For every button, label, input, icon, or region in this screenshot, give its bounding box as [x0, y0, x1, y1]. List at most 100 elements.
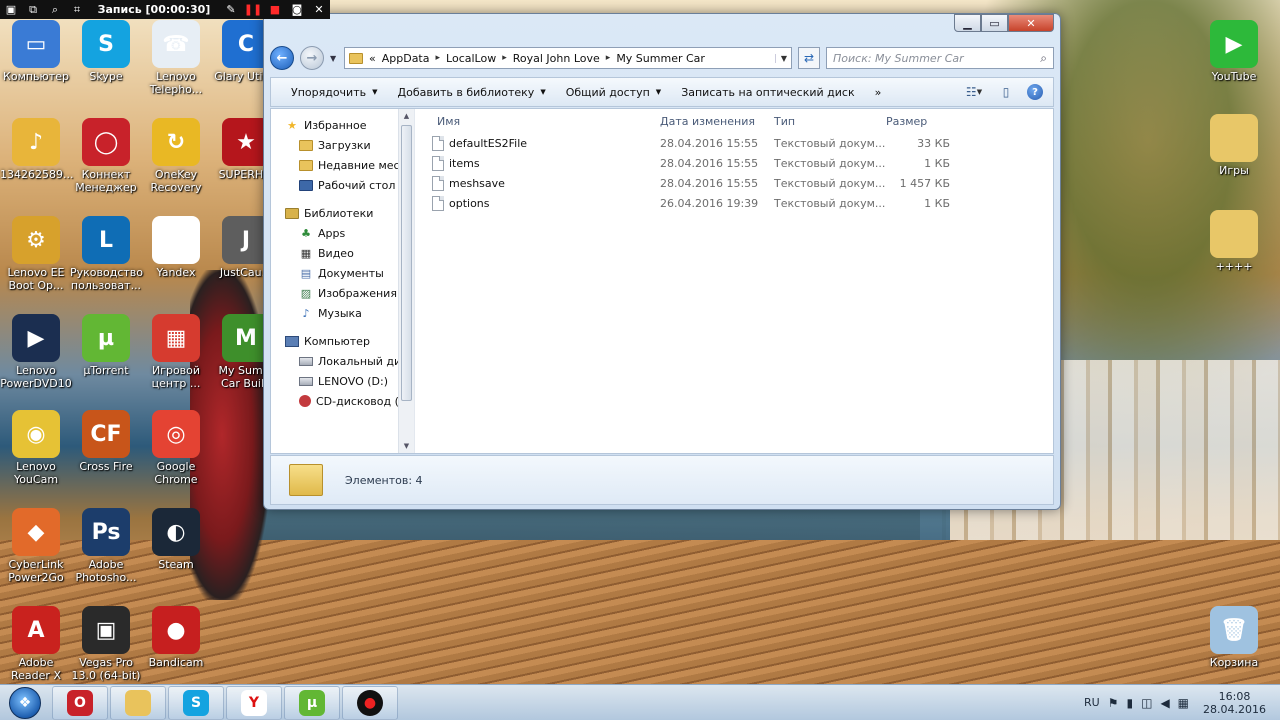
desktop-icon-item[interactable]: ◎ Google Chrome [140, 410, 212, 486]
desktop-icon-item[interactable]: L Руководство пользоват... [70, 216, 143, 292]
preview-pane-icon[interactable]: ▯ [995, 82, 1017, 102]
show-desktop-icon[interactable]: ▦ [1178, 696, 1189, 710]
close-button[interactable]: ✕ [1008, 14, 1054, 32]
address-dropdown-icon[interactable]: ▼ [774, 53, 787, 63]
nav-lenovo-drive[interactable]: LENOVO (D:) [271, 371, 414, 391]
desktop-icon-item[interactable]: ↻ OneKey Recovery [140, 118, 212, 194]
search-icon[interactable]: ⌕ [1040, 51, 1047, 66]
nav-video[interactable]: ▦ Видео [271, 243, 414, 263]
address-bar[interactable]: « AppData ▸ LocalLow ▸ Royal John Love ▸… [344, 47, 792, 69]
volume-icon[interactable]: ◀ [1160, 696, 1169, 710]
desktop-icon-item[interactable]: A Adobe Reader X [0, 606, 72, 682]
desktop-icon-item[interactable]: ◐ Steam [140, 508, 212, 571]
desktop-icon-item[interactable]: ▶ YouTube [1198, 20, 1270, 83]
search-icon[interactable]: ⌕ [48, 3, 62, 17]
burn-disc-button[interactable]: Записать на оптический диск [671, 86, 864, 99]
power-icon[interactable]: ▮ [1126, 696, 1133, 710]
desktop-icon-item[interactable]: ++++ [1198, 210, 1270, 273]
file-row[interactable]: meshsave 28.04.2016 15:55 Текстовый докум.… [415, 173, 1053, 193]
view-options-icon[interactable]: ☷ ▼ [963, 82, 985, 102]
desktop-icon-item[interactable]: ◆ CyberLink Power2Go [0, 508, 72, 584]
search-input[interactable]: Поиск: My Summer Car ⌕ [826, 47, 1054, 69]
nav-images[interactable]: ▨ Изображения [271, 283, 414, 303]
add-to-library-button[interactable]: Добавить в библиотеку ▼ [388, 86, 556, 99]
desktop-icon-item[interactable]: 🗑 Корзина [1198, 606, 1270, 669]
nav-documents[interactable]: ▤ Документы [271, 263, 414, 283]
column-name[interactable]: Имя [415, 115, 660, 128]
desktop-icon-item[interactable]: ☎ Lenovo Telepho... [140, 20, 212, 96]
refresh-button[interactable]: ⇄ [798, 47, 820, 69]
language-indicator[interactable]: RU [1084, 696, 1100, 709]
taskbar-bandicam[interactable]: ● [342, 685, 398, 720]
chevron-right-icon[interactable]: ▸ [502, 53, 507, 63]
taskbar-opera[interactable]: O [52, 685, 108, 720]
stop-icon[interactable]: ■ [268, 3, 282, 17]
more-button[interactable]: » [865, 86, 892, 99]
flag-icon[interactable]: ⚑ [1108, 696, 1119, 710]
breadcrumb-my-summer-car[interactable]: My Summer Car [616, 52, 705, 65]
forward-button[interactable]: → [300, 46, 324, 70]
minimize-button[interactable]: ▁ [954, 14, 981, 32]
column-type[interactable]: Тип [774, 115, 886, 128]
nav-music[interactable]: ♪ Музыка [271, 303, 414, 323]
desktop-icon-item[interactable]: Y Yandex [140, 216, 212, 279]
desktop-icon-item[interactable]: ♪ 134262589... [0, 118, 73, 181]
pause-icon[interactable]: ❚❚ [244, 3, 262, 17]
scroll-down-icon[interactable]: ▼ [399, 439, 414, 453]
organize-button[interactable]: Упорядочить ▼ [281, 86, 388, 99]
file-row[interactable]: defaultES2File 28.04.2016 15:55 Текстовый … [415, 133, 1053, 153]
nav-desktop[interactable]: Рабочий стол [271, 175, 414, 195]
desktop-icon-item[interactable]: ● Bandicam [140, 606, 212, 669]
file-row[interactable]: items 28.04.2016 15:55 Текстовый докум... 1… [415, 153, 1053, 173]
restore-icon[interactable]: ⧉ [26, 3, 40, 17]
breadcrumb-royal-john-love[interactable]: Royal John Love [513, 52, 600, 65]
breadcrumb-prefix[interactable]: « [369, 52, 376, 65]
chevron-right-icon[interactable]: ▸ [436, 53, 441, 63]
help-icon[interactable]: ? [1027, 84, 1043, 100]
scroll-up-icon[interactable]: ▲ [399, 109, 414, 123]
file-row[interactable]: options 26.04.2016 19:39 Текстовый докум..… [415, 193, 1053, 213]
desktop-icon-item[interactable]: ▭ Компьютер [0, 20, 72, 83]
crop-icon[interactable]: ⌗ [70, 3, 84, 17]
desktop-icon-item[interactable]: ▦ Игровой центр ... [140, 314, 212, 390]
desktop-icon-item[interactable]: S Skype [70, 20, 142, 83]
column-date[interactable]: Дата изменения [660, 115, 774, 128]
taskbar-yandex[interactable]: Y [226, 685, 282, 720]
desktop-icon-item[interactable]: Ps Adobe Photosho... [70, 508, 142, 584]
desktop-icon-item[interactable]: ⚙ Lenovo EE Boot Op... [0, 216, 72, 292]
desktop-icon-item[interactable]: ◉ Lenovo YouCam [0, 410, 72, 486]
nav-local-disk[interactable]: Локальный диск [271, 351, 414, 371]
nav-cd-drive[interactable]: CD-дисковод (E: [271, 391, 414, 411]
taskbar-explorer[interactable] [110, 685, 166, 720]
nav-apps[interactable]: ♣ Apps [271, 223, 414, 243]
clock[interactable]: 16:08 28.04.2016 [1197, 690, 1266, 716]
nav-downloads[interactable]: Загрузки [271, 135, 414, 155]
column-size[interactable]: Размер [886, 115, 966, 128]
maximize-button[interactable]: ▭ [981, 14, 1008, 32]
nav-computer[interactable]: Компьютер [271, 331, 414, 351]
history-dropdown-icon[interactable]: ▼ [330, 54, 338, 63]
desktop-icon-item[interactable]: µ µTorrent [70, 314, 142, 377]
nav-libraries[interactable]: Библиотеки [271, 203, 414, 223]
desktop-icon-item[interactable]: ▣ Vegas Pro 13.0 (64-bit) [70, 606, 142, 682]
back-button[interactable]: ← [270, 46, 294, 70]
share-button[interactable]: Общий доступ ▼ [556, 86, 671, 99]
close-icon[interactable]: ✕ [312, 3, 326, 17]
breadcrumb-appdata[interactable]: AppData [382, 52, 430, 65]
chevron-right-icon[interactable]: ▸ [606, 53, 611, 63]
scrollbar-thumb[interactable] [401, 125, 412, 401]
navigation-scrollbar[interactable]: ▲ ▼ [398, 109, 414, 453]
nav-favorites[interactable]: ★ Избранное [271, 115, 414, 135]
desktop-icon-item[interactable]: CF Cross Fire [70, 410, 142, 473]
breadcrumb-locallow[interactable]: LocalLow [446, 52, 496, 65]
nav-recent-places[interactable]: Недавние места [271, 155, 414, 175]
network-icon[interactable]: ◫ [1141, 696, 1152, 710]
desktop-icon-item[interactable]: Игры [1198, 114, 1270, 177]
pencil-icon[interactable]: ✎ [224, 3, 238, 17]
camera-icon[interactable]: ◙ [290, 3, 304, 17]
desktop-icon-item[interactable]: ▶ Lenovo PowerDVD10 [0, 314, 72, 390]
start-button[interactable]: ❖ [0, 685, 50, 720]
window-icon[interactable]: ▣ [4, 3, 18, 17]
taskbar-utorrent[interactable]: µ [284, 685, 340, 720]
taskbar-skype[interactable]: S [168, 685, 224, 720]
